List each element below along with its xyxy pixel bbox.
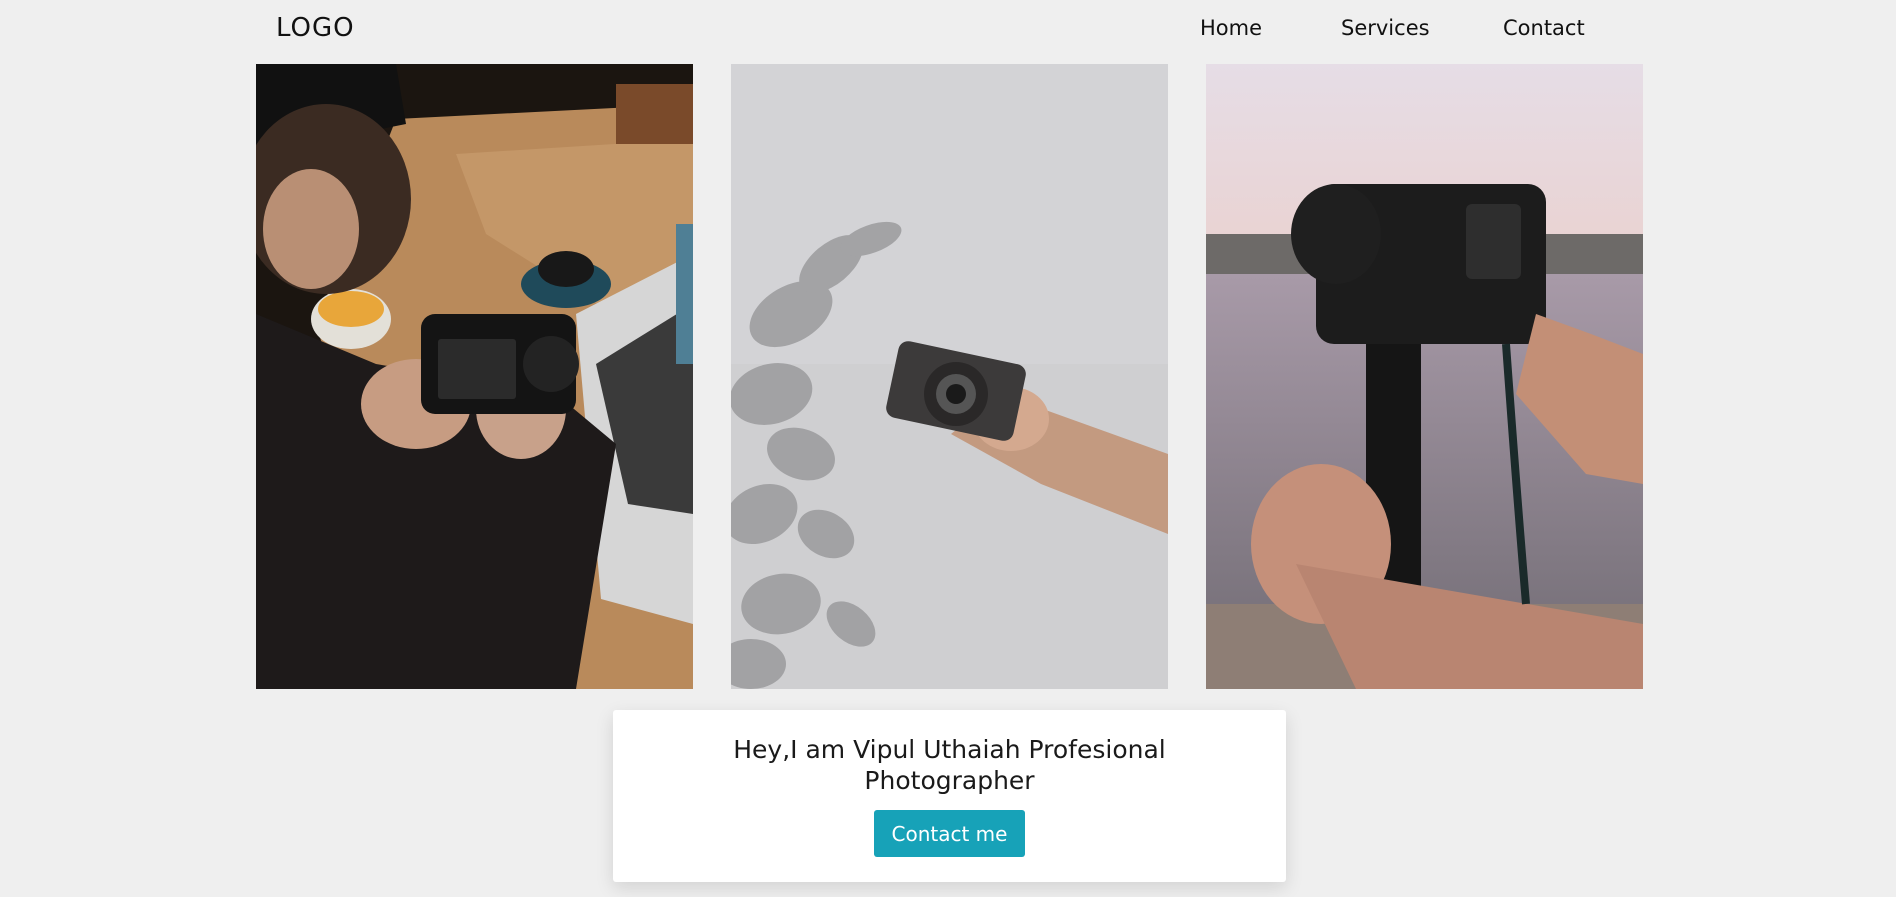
gallery-photo-vintage-camera bbox=[731, 64, 1168, 689]
nav-link-contact[interactable]: Contact bbox=[1503, 16, 1585, 40]
intro-heading: Hey,I am Vipul Uthaiah Profesional Photo… bbox=[733, 735, 1166, 795]
gallery-photo-camera-monopod bbox=[1206, 64, 1643, 689]
logo[interactable]: LOGO bbox=[276, 13, 355, 43]
nav-link-home[interactable]: Home bbox=[1200, 16, 1262, 40]
nav-link-services[interactable]: Services bbox=[1341, 16, 1430, 40]
navbar: LOGO Home Services Contact bbox=[0, 0, 1896, 64]
contact-me-button[interactable]: Contact me bbox=[874, 810, 1025, 857]
gallery-photo-camera-cafe bbox=[256, 64, 693, 689]
intro-card: Hey,I am Vipul Uthaiah Profesional Photo… bbox=[613, 710, 1286, 882]
